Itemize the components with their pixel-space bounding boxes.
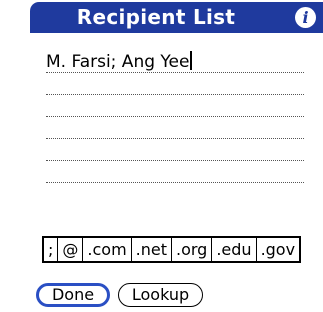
shortcut-gov[interactable]: .gov [255,238,300,261]
shortcut-semicolon[interactable]: ; [44,238,58,261]
shortcut-bar: ; @ .com .net .org .edu .gov [42,236,302,263]
field-line [46,94,304,95]
recipient-field[interactable]: M. Farsi; Ang Yee [46,50,304,200]
lookup-button[interactable]: Lookup [118,283,203,307]
field-line [46,160,304,161]
shortcut-org[interactable]: .org [171,238,212,261]
text-cursor [190,51,193,70]
shortcut-net[interactable]: .net [130,238,171,261]
recipient-list-screen: Recipient List i M. Farsi; Ang Yee ; @ .… [0,0,323,312]
recipient-text[interactable]: M. Farsi; Ang Yee [46,51,193,73]
shortcut-com[interactable]: .com [82,238,131,261]
done-button[interactable]: Done [36,283,110,307]
page-title: Recipient List [76,5,236,29]
field-line [46,116,304,117]
field-line [46,182,304,183]
title-bar: Recipient List i [30,2,323,33]
field-line [46,72,304,73]
shortcut-at[interactable]: @ [57,238,83,261]
field-line [46,138,304,139]
info-icon[interactable]: i [295,7,316,28]
recipient-value: M. Farsi; Ang Yee [46,52,190,72]
shortcut-edu[interactable]: .edu [211,238,256,261]
